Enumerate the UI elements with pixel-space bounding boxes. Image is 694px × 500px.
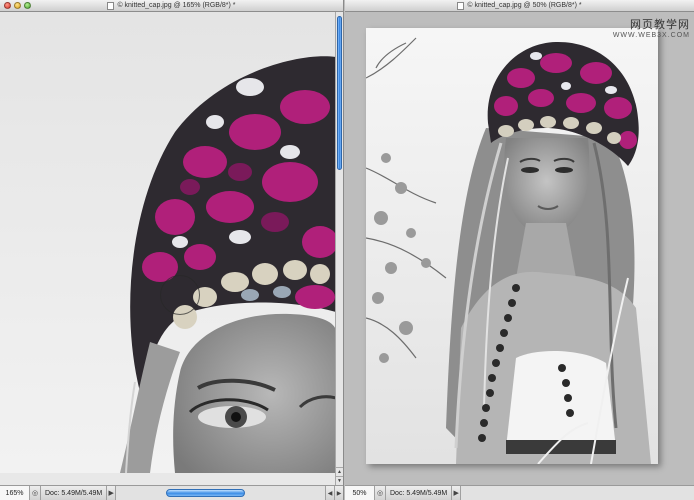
close-window-button[interactable] — [4, 2, 11, 9]
document-window-zoomed[interactable]: © knitted_cap.jpg @ 165% (RGB/8*) * ▲ ▼ … — [0, 0, 344, 500]
document-size-info: Doc: 5.49M/5.49M — [45, 489, 103, 497]
status-info-arrow-icon[interactable]: ▶ — [451, 486, 460, 500]
status-bar: 50% ◎ Doc: 5.49M/5.49M ▶ — [345, 485, 694, 500]
scroll-up-arrow-icon[interactable]: ▲ — [336, 467, 343, 476]
zoom-window-button[interactable] — [24, 2, 31, 9]
document-icon — [457, 2, 465, 10]
window-title: © knitted_cap.jpg @ 165% (RGB/8*) * — [117, 2, 236, 9]
status-menu-icon[interactable]: ◎ — [30, 486, 41, 500]
title-bar[interactable]: © knitted_cap.jpg @ 50% (RGB/8*) * — [345, 0, 694, 12]
photo-frame — [366, 28, 658, 464]
minimize-window-button[interactable] — [14, 2, 21, 9]
watermark-chinese-text: 网页教学网 — [630, 19, 690, 31]
site-watermark: 网页教学网 WWW.WEB3X.COM — [612, 19, 690, 40]
scroll-right-arrow-icon[interactable]: ▶ — [334, 486, 343, 500]
horizontal-scroll-arrows: ◀ ▶ — [325, 486, 343, 500]
document-icon — [107, 2, 115, 10]
watermark-url-text: WWW.WEB3X.COM — [612, 32, 690, 39]
horizontal-scrollbar[interactable] — [115, 486, 325, 500]
title-bar[interactable]: © knitted_cap.jpg @ 165% (RGB/8*) * — [0, 0, 343, 12]
status-bar: 165% ◎ Doc: 5.49M/5.49M ▶ ◀ ▶ — [0, 485, 343, 500]
zoom-level-value: 50% — [352, 489, 367, 497]
image-canvas[interactable] — [0, 12, 335, 485]
photoshop-workspace: © knitted_cap.jpg @ 165% (RGB/8*) * ▲ ▼ … — [0, 0, 694, 500]
zoom-level-value: 165% — [5, 489, 24, 497]
scroll-down-arrow-icon[interactable]: ▼ — [336, 476, 343, 485]
scroll-left-arrow-icon[interactable]: ◀ — [325, 486, 334, 500]
horizontal-scroll-thumb[interactable] — [166, 489, 245, 497]
window-title: © knitted_cap.jpg @ 50% (RGB/8*) * — [467, 2, 582, 9]
vertical-scroll-thumb[interactable] — [337, 16, 342, 170]
document-window-full[interactable]: © knitted_cap.jpg @ 50% (RGB/8*) * 网页教学网… — [345, 0, 694, 500]
zoom-level-field[interactable]: 50% — [345, 486, 375, 500]
full-photo — [366, 28, 658, 464]
window-controls — [4, 2, 31, 9]
status-info-arrow-icon[interactable]: ▶ — [106, 486, 115, 500]
horizontal-scrollbar[interactable] — [460, 486, 694, 500]
status-menu-icon[interactable]: ◎ — [375, 486, 386, 500]
document-size-info: Doc: 5.49M/5.49M — [390, 489, 448, 497]
vertical-scrollbar[interactable]: ▲ ▼ — [335, 12, 343, 485]
zoom-level-field[interactable]: 165% — [0, 486, 30, 500]
image-canvas[interactable]: 网页教学网 WWW.WEB3X.COM — [345, 12, 694, 485]
brush-cursor — [160, 275, 200, 315]
zoomed-photo — [0, 12, 335, 474]
